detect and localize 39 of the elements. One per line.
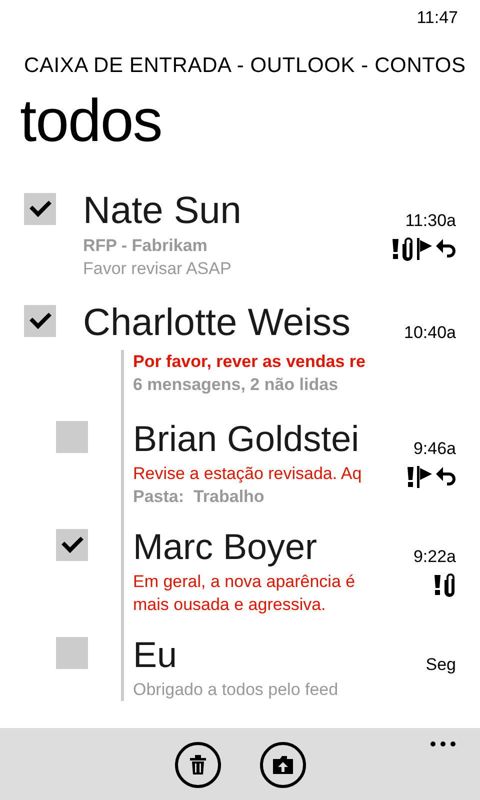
message-time: 10:40a (404, 322, 456, 344)
thread-count: 6 mensagens, 2 não lidas (133, 374, 340, 396)
sender-name: Charlotte Weiss (83, 301, 351, 346)
message-time: 9:22a (413, 546, 456, 568)
checkbox[interactable] (56, 529, 88, 561)
exclamation-icon (392, 238, 399, 260)
message-preview: Obrigado a todos pelo feed (133, 679, 340, 701)
move-button[interactable] (260, 742, 306, 788)
exclamation-icon (407, 466, 414, 488)
checkbox[interactable] (24, 193, 56, 225)
sender-name: Eu (133, 633, 178, 677)
message-time: 11:30a (405, 210, 456, 232)
reply-arrow-icon (436, 466, 456, 488)
folder-label: Pasta: Trabalho (133, 486, 266, 508)
flag-icon (417, 237, 433, 261)
checkbox[interactable] (24, 305, 56, 337)
sender-name: Marc Boyer (133, 525, 318, 569)
message-preview: Revise a estação revisada. Aq (133, 463, 363, 485)
message-subject: Por favor, rever as vendas re (133, 351, 366, 373)
checkbox[interactable] (56, 637, 88, 669)
status-time: 11:47 (416, 8, 458, 28)
page-title: todos (20, 88, 163, 154)
sender-name: Nate Sun (83, 189, 242, 234)
reply-arrow-icon (436, 238, 456, 260)
account-title: CAIXA DE ENTRADA - OUTLOOK - CONTOS (24, 54, 467, 78)
more-icon[interactable] (430, 741, 456, 747)
paperclip-icon (444, 573, 456, 597)
message-preview: Em geral, a nova aparência é mais ousada e agressiva. (133, 571, 356, 616)
folder-arrow-icon (272, 753, 294, 777)
checkbox[interactable] (56, 421, 88, 453)
message-time: 9:46a (413, 438, 456, 460)
message-preview: Favor revisar ASAP (83, 258, 232, 280)
message-subject: RFP - Fabrikam (83, 235, 208, 257)
message-time: Seg (426, 654, 456, 676)
flag-icon (417, 465, 433, 489)
delete-button[interactable] (174, 742, 220, 788)
exclamation-icon (434, 574, 441, 596)
paperclip-icon (402, 237, 414, 261)
sender-name: Brian Goldstei (133, 417, 360, 461)
